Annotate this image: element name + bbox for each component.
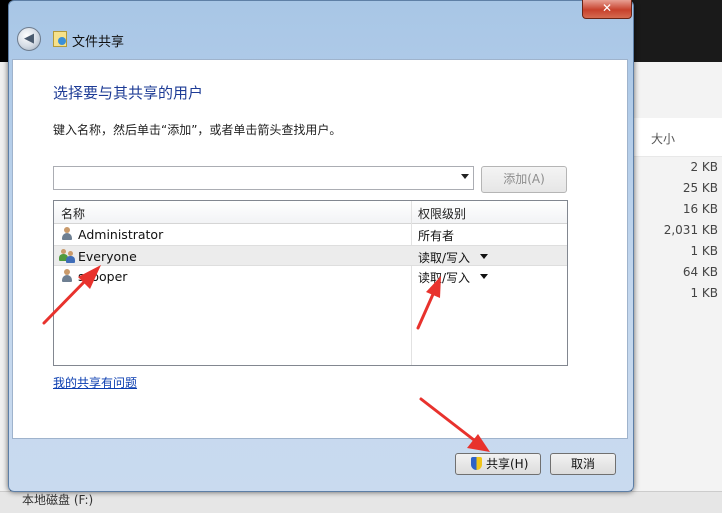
file-size: 25 KB — [682, 181, 718, 195]
table-header: 名称 权限级别 — [54, 201, 567, 224]
background-size-column: 2 KB 25 KB 16 KB 2,031 KB 1 KB 64 KB 1 K… — [632, 160, 718, 307]
column-header-name[interactable]: 名称 — [61, 205, 85, 222]
group-icon — [59, 249, 75, 263]
table-row-scooper[interactable]: scooper 读取/写入 — [54, 266, 567, 287]
back-arrow-icon: ◀ — [24, 31, 34, 46]
add-button[interactable]: 添加(A) — [481, 166, 567, 193]
close-button[interactable]: ✕ — [582, 0, 632, 19]
dropdown-arrow-icon[interactable] — [461, 174, 469, 179]
permission-dropdown-icon[interactable] — [480, 254, 488, 259]
file-sharing-icon — [53, 31, 67, 47]
file-sharing-dialog: ✕ ◀ 文件共享 选择要与其共享的用户 键入名称，然后单击“添加”，或者单击箭头… — [8, 0, 634, 492]
file-size: 16 KB — [682, 202, 718, 216]
uac-shield-icon — [471, 457, 482, 470]
user-icon — [61, 227, 73, 241]
file-size: 2,031 KB — [663, 223, 718, 237]
dialog-heading: 选择要与其共享的用户 — [53, 84, 204, 102]
cancel-button[interactable]: 取消 — [550, 453, 616, 475]
user-permissions-table: 名称 权限级别 Administrator 所有者 Everyone 读取/写入… — [53, 200, 568, 366]
row-permission[interactable]: 读取/写入 — [418, 269, 470, 286]
permission-dropdown-icon[interactable] — [480, 274, 488, 279]
table-row-everyone[interactable]: Everyone 读取/写入 — [54, 245, 567, 266]
user-icon — [61, 269, 73, 283]
row-user-name: Everyone — [78, 249, 137, 264]
drive-label[interactable]: 本地磁盘 (F:) — [22, 491, 93, 508]
background-column-header — [632, 118, 722, 157]
instruction-text: 键入名称，然后单击“添加”，或者单击箭头查找用户。 — [53, 123, 342, 137]
row-permission: 所有者 — [418, 229, 455, 243]
dialog-content: 选择要与其共享的用户 键入名称，然后单击“添加”，或者单击箭头查找用户。 添加(… — [12, 59, 628, 439]
table-row-administrator[interactable]: Administrator 所有者 — [54, 224, 567, 245]
background-window-titlebar — [632, 0, 722, 62]
row-user-name: Administrator — [78, 227, 164, 242]
sharing-problem-link[interactable]: 我的共享有问题 — [53, 374, 137, 391]
column-size-header[interactable]: 大小 — [651, 130, 675, 147]
dialog-title: 文件共享 — [72, 35, 125, 50]
row-user-name: scooper — [78, 269, 128, 284]
share-button[interactable]: 共享(H) — [455, 453, 541, 475]
file-size: 64 KB — [682, 265, 718, 279]
file-size: 1 KB — [690, 244, 718, 258]
back-button[interactable]: ◀ — [17, 27, 41, 51]
column-header-permission[interactable]: 权限级别 — [418, 205, 466, 222]
file-size: 2 KB — [690, 160, 718, 174]
row-permission[interactable]: 读取/写入 — [418, 249, 470, 266]
share-button-label: 共享(H) — [486, 457, 529, 471]
file-size: 1 KB — [690, 286, 718, 300]
background-status-bar — [0, 491, 722, 513]
close-icon: ✕ — [601, 1, 613, 15]
user-name-combobox[interactable] — [53, 166, 474, 190]
